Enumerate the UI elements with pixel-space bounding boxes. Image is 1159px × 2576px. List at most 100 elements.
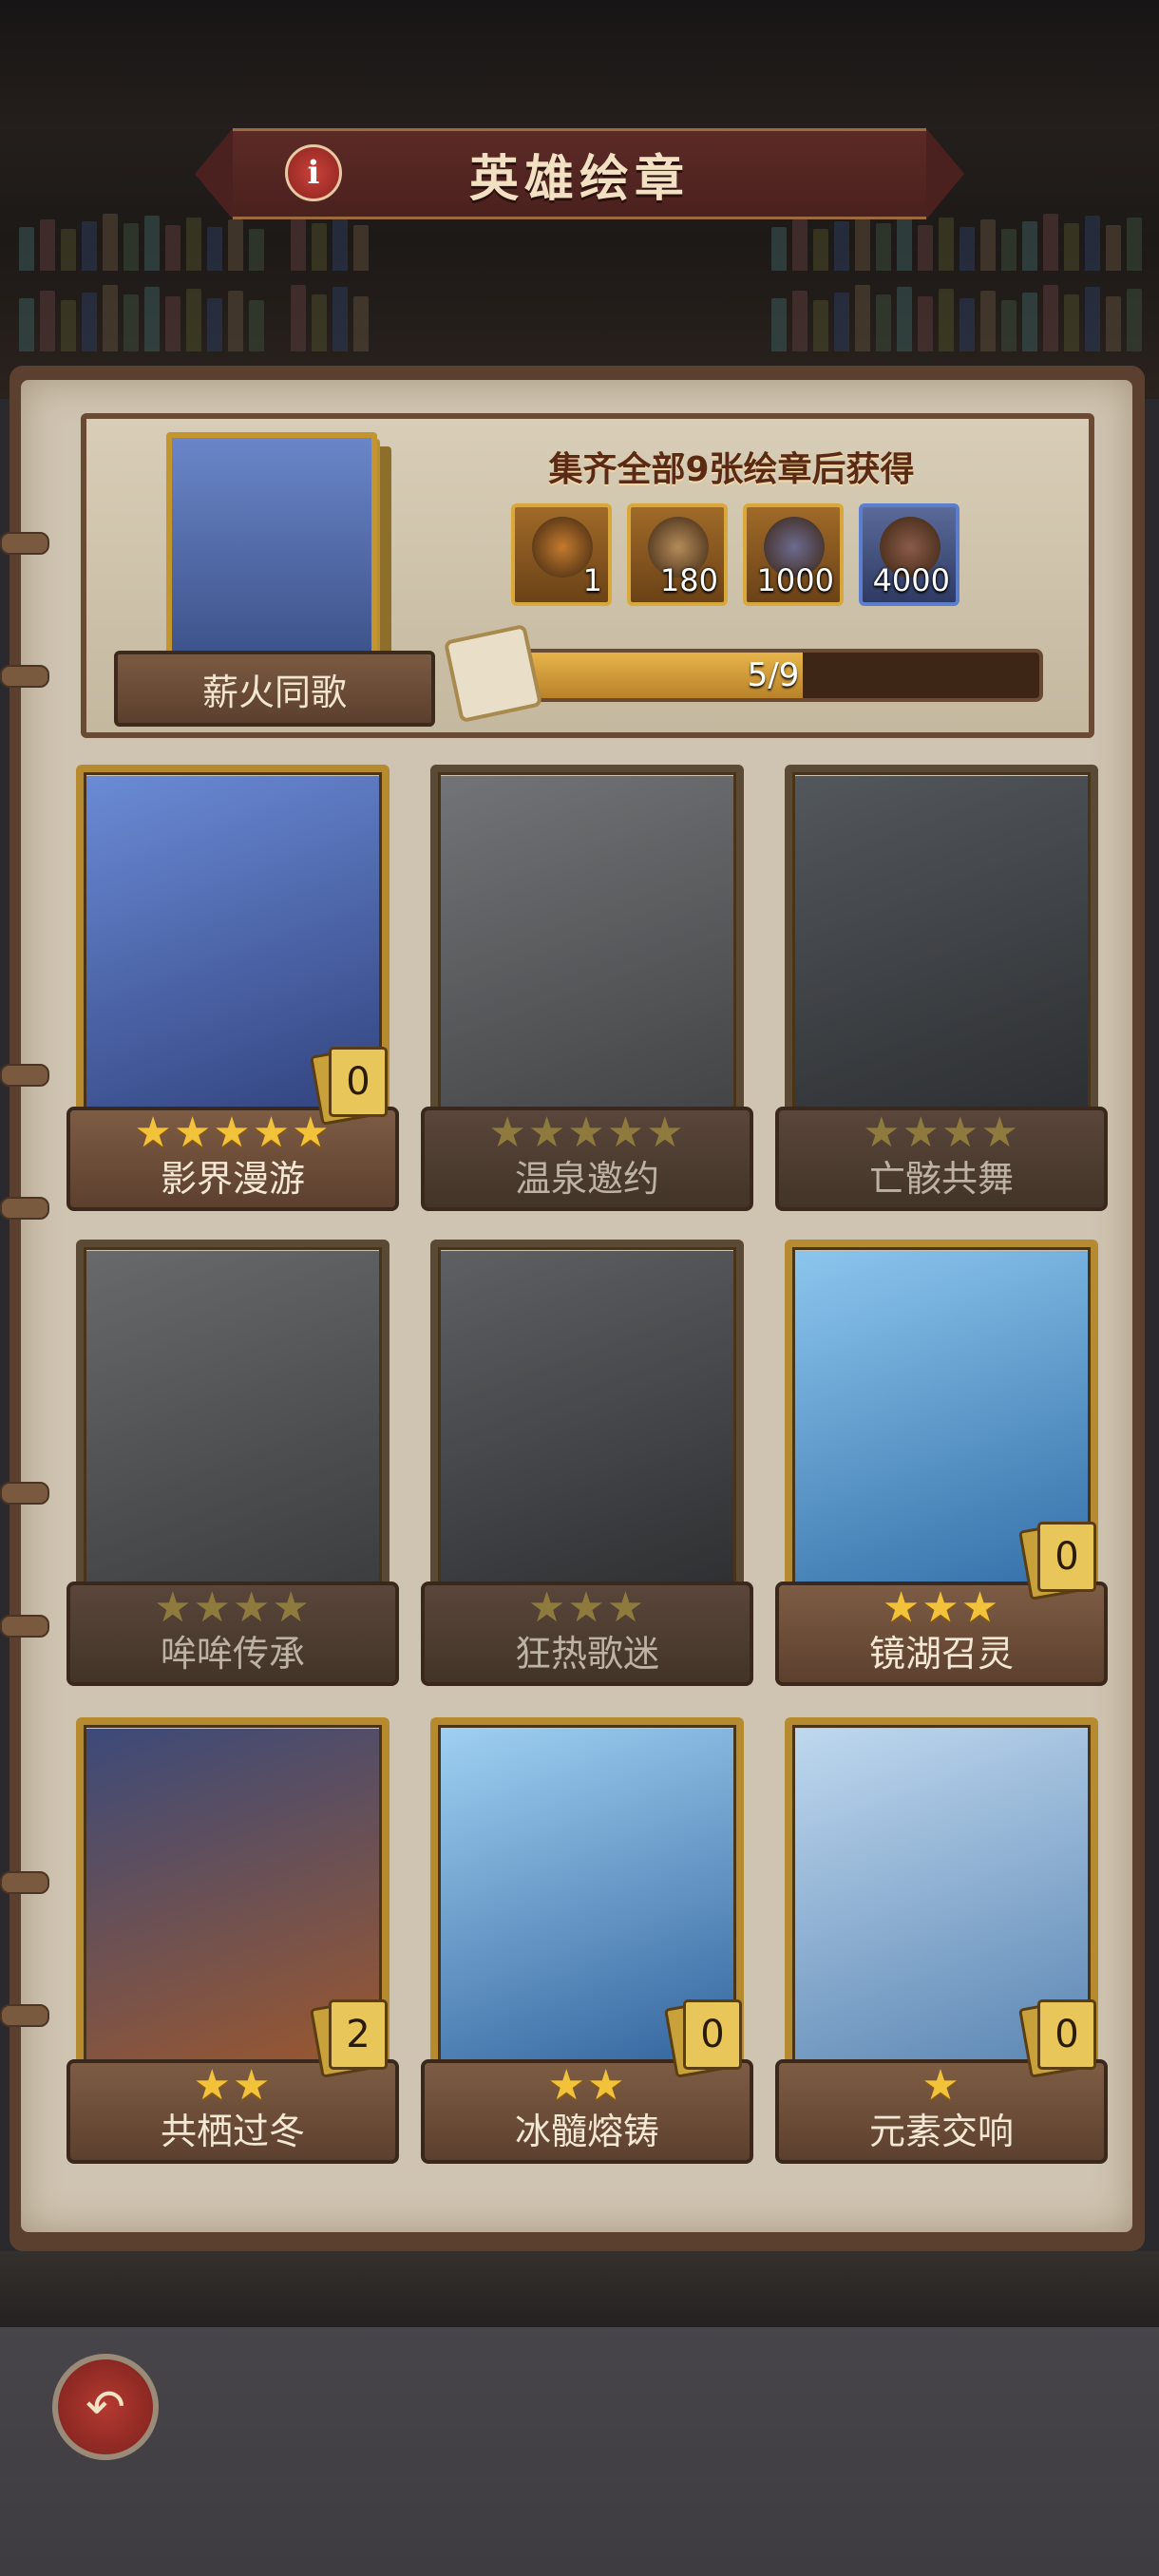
book-spine xyxy=(353,225,369,271)
book-spine xyxy=(980,291,996,351)
book-spine xyxy=(1001,300,1016,351)
book-spine xyxy=(792,219,808,271)
book-spine xyxy=(124,294,139,351)
binder-ring xyxy=(0,1871,49,1894)
card-count: 0 xyxy=(1037,1522,1096,1592)
book-spine xyxy=(144,287,160,351)
hero-card[interactable]: ★★★★ 亡骸共舞 xyxy=(775,765,1108,1211)
book-spine xyxy=(1127,218,1142,271)
book-spine xyxy=(813,229,828,271)
book-spine xyxy=(1127,289,1142,351)
hero-card[interactable]: ★★ 冰髓熔铸 0 xyxy=(421,1717,753,2164)
reward-item[interactable]: 4000 xyxy=(859,503,960,606)
reward-item[interactable]: 1000 xyxy=(743,503,844,606)
book-spine xyxy=(82,293,97,351)
book-spine xyxy=(897,216,912,271)
book-spine xyxy=(771,298,787,351)
book-spine xyxy=(61,229,76,271)
book-spine xyxy=(960,227,975,271)
book-spine xyxy=(165,225,180,271)
binder-ring xyxy=(0,665,49,688)
top-shadow xyxy=(0,0,1159,123)
book-spine xyxy=(918,225,933,271)
reward-qty: 180 xyxy=(659,562,718,598)
page-title: 英雄绘章 xyxy=(468,150,690,208)
book-spine xyxy=(1064,294,1079,351)
book-spine xyxy=(228,291,243,351)
book-spine xyxy=(207,298,222,351)
hero-card[interactable]: ★ 元素交响 0 xyxy=(775,1717,1108,2164)
book-spine xyxy=(61,300,76,351)
book-spine xyxy=(792,291,808,351)
card-count: 0 xyxy=(683,1999,742,2070)
book-spine xyxy=(165,296,180,351)
book-spine xyxy=(207,227,222,271)
card-count: 2 xyxy=(329,1999,388,2070)
reward-qty: 1 xyxy=(582,562,602,598)
set-name: 薪火同歌 xyxy=(114,651,435,727)
card-count: 0 xyxy=(329,1047,388,1117)
card-name: 狂热歌迷 xyxy=(514,1633,659,1675)
book-spine xyxy=(939,218,954,271)
book-spine xyxy=(353,296,369,351)
card-count-badge: 0 xyxy=(1018,1998,1096,2078)
card-name: 共栖过冬 xyxy=(160,2111,305,2152)
card-name: 哞哞传承 xyxy=(160,1633,305,1675)
progress-text: 5/9 xyxy=(747,656,800,694)
binder-ring xyxy=(0,1615,49,1638)
book-spine xyxy=(312,223,327,271)
hero-card[interactable]: ★★★ 狂热歌迷 xyxy=(421,1240,753,1686)
book-spine xyxy=(291,285,306,351)
hero-card[interactable]: ★★★★ 哞哞传承 xyxy=(66,1240,399,1686)
card-name: 温泉邀约 xyxy=(514,1158,659,1200)
hero-card[interactable]: ★★★★★ 影界漫游 0 xyxy=(66,765,399,1211)
back-button[interactable]: ↶ xyxy=(52,2354,159,2460)
book-spine xyxy=(1106,225,1121,271)
book-spine xyxy=(897,287,912,351)
card-frame xyxy=(430,1240,744,1619)
hero-card[interactable]: ★★ 共栖过冬 2 xyxy=(66,1717,399,2164)
card-name: 镜湖召灵 xyxy=(868,1633,1014,1675)
book-spine xyxy=(1001,229,1016,271)
book-spine xyxy=(291,214,306,271)
binder-ring xyxy=(0,2004,49,2027)
card-count-badge: 0 xyxy=(664,1998,742,2078)
card-frame xyxy=(430,765,744,1145)
card-pack-icon xyxy=(443,623,543,724)
card-count-badge: 2 xyxy=(310,1998,388,2078)
bottom-area xyxy=(0,2327,1159,2576)
card-name: 亡骸共舞 xyxy=(868,1158,1014,1200)
binder-ring xyxy=(0,532,49,555)
card-frame xyxy=(785,765,1098,1145)
card-name: 冰髓熔铸 xyxy=(514,2111,659,2152)
back-arrow-icon: ↶ xyxy=(86,2379,125,2434)
book-spine xyxy=(144,216,160,271)
reward-item[interactable]: 180 xyxy=(627,503,728,606)
card-count: 0 xyxy=(1037,1999,1096,2070)
book-spine xyxy=(186,289,201,351)
book-spine xyxy=(918,296,933,351)
book-spine xyxy=(312,294,327,351)
book-spine xyxy=(855,214,870,271)
info-icon[interactable]: i xyxy=(285,144,342,201)
book-spine xyxy=(82,221,97,271)
book-spine xyxy=(855,285,870,351)
binder-ring xyxy=(0,1482,49,1505)
set-cover-card[interactable] xyxy=(166,432,377,676)
book-spine xyxy=(40,291,55,351)
card-count-badge: 0 xyxy=(1018,1520,1096,1601)
reward-title: 集齐全部9张绘章后获得 xyxy=(548,450,915,489)
book-spine xyxy=(228,219,243,271)
card-name: 影界漫游 xyxy=(160,1158,305,1200)
book-spine xyxy=(186,218,201,271)
reward-qty: 4000 xyxy=(872,562,950,598)
reward-qty: 1000 xyxy=(756,562,834,598)
book-spine xyxy=(876,223,891,271)
book-spine xyxy=(1022,293,1037,351)
card-count-badge: 0 xyxy=(310,1045,388,1126)
book-spine xyxy=(1106,296,1121,351)
book-spine xyxy=(834,293,849,351)
hero-card[interactable]: ★★★★★ 温泉邀约 xyxy=(421,765,753,1211)
reward-item[interactable]: 1 xyxy=(511,503,612,606)
hero-card[interactable]: ★★★ 镜湖召灵 0 xyxy=(775,1240,1108,1686)
